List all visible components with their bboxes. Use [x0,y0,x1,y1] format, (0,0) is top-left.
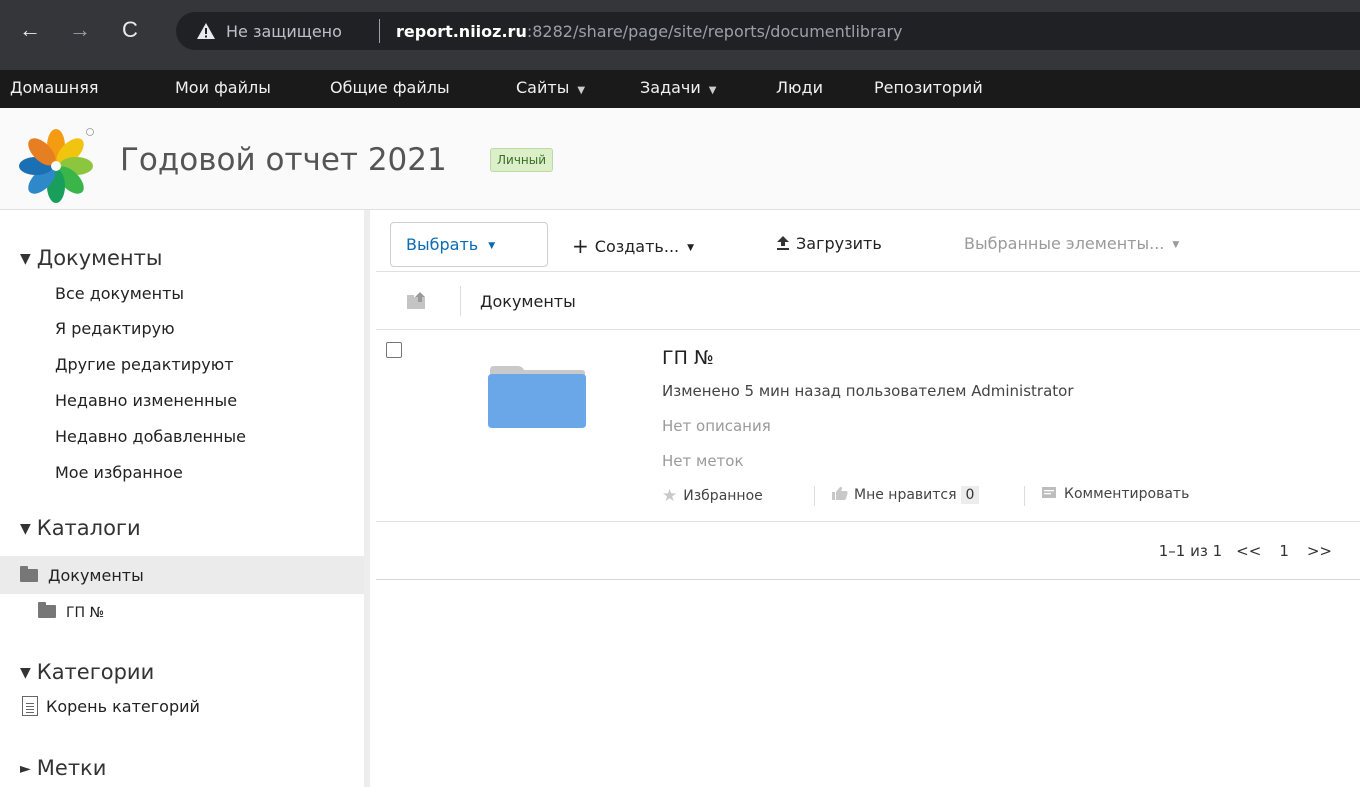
caret-down-icon: ▼ [577,85,586,96]
folder-icon [20,566,38,582]
favorite-action[interactable]: ★ Избранное [662,486,763,506]
triangle-right-icon: ► [20,761,31,777]
pager-controls: 1–1 из 1 << 1 >> [1159,542,1332,560]
plus-icon: + [572,234,589,258]
caret-down-icon: ▼ [708,85,717,96]
menu-tasks-label: Задачи [640,78,701,97]
filter-recently-modified[interactable]: Недавно измененные [55,391,237,410]
documents-section-label: Документы [36,246,163,270]
list-item: ГП № Изменено 5 мин назад пользователем … [376,330,1360,522]
item-name-link[interactable]: ГП № [662,347,714,369]
site-title: Годовой отчет 2021 [120,142,447,178]
catalogs-section-header[interactable]: ▼ Каталоги [20,516,141,540]
menu-home[interactable]: Домашняя [10,70,99,108]
upload-button[interactable]: Загрузить [776,234,882,253]
create-button[interactable]: + Создать... ▼ [572,234,694,258]
folder-icon [38,602,56,618]
item-modified: Изменено 5 мин назад пользователем Admin… [662,382,1074,400]
categories-section-label: Категории [36,660,155,684]
select-button[interactable]: Выбрать ▼ [390,222,548,267]
breadcrumb-current: Документы [480,292,576,311]
browser-toolbar: ← → C Не защищено report.niioz.ru:8282/s… [0,0,1360,76]
documents-section-header[interactable]: ▼ Документы [20,246,162,270]
app-menu-bar: Домашняя Мои файлы Общие файлы Сайты ▼ За… [0,70,1360,108]
pager-range: 1–1 из 1 [1158,542,1223,560]
like-action[interactable]: Мне нравится 0 [832,486,980,504]
catalogs-section-label: Каталоги [36,516,141,540]
catalog-documents-label: Документы [48,566,144,585]
doclib-toolbar: Выбрать ▼ + Создать... ▼ Загрузить Выбранны… [376,210,1360,272]
star-icon: ★ [662,486,678,506]
triangle-down-icon: ▼ [20,521,31,537]
divider [814,486,815,506]
site-header: Годовой отчет 2021 Личный [0,108,1360,210]
document-icon [22,696,38,716]
comment-icon [1042,487,1056,498]
menu-sites[interactable]: Сайты ▼ [516,70,585,108]
triangle-down-icon: ▼ [20,665,31,681]
menu-sites-label: Сайты [516,78,570,97]
url-text[interactable]: report.niioz.ru:8282/share/page/site/rep… [396,22,903,41]
caret-down-icon: ▼ [687,243,695,253]
folder-icon[interactable] [488,364,586,428]
pager-next-button[interactable]: >> [1307,542,1332,560]
favorite-label: Избранное [683,488,763,504]
filter-all-documents[interactable]: Все документы [55,284,184,303]
divider [1024,486,1025,506]
arrow-forward-icon[interactable]: → [64,14,96,46]
caret-down-icon: ▼ [1172,240,1180,250]
paginator: 1–1 из 1 << 1 >> [376,522,1360,580]
caret-down-icon: ▼ [488,241,496,251]
divider [460,286,461,316]
filter-editing-me[interactable]: Я редактирую [55,319,175,338]
comment-action[interactable]: Комментировать [1042,486,1189,502]
tags-section-label: Метки [36,756,107,780]
url-host: report.niioz.ru [396,22,527,41]
item-checkbox[interactable] [386,342,402,358]
warning-icon [197,23,215,39]
triangle-down-icon: ▼ [20,251,31,267]
catalog-gp[interactable]: ГП № [38,602,105,621]
comment-label: Комментировать [1064,486,1190,502]
filter-editing-others[interactable]: Другие редактируют [55,355,234,374]
reload-icon[interactable]: C [114,14,146,46]
url-path: :8282/share/page/site/reports/documentli… [526,22,903,41]
breadcrumb: Документы [376,272,1360,330]
insecure-label[interactable]: Не защищено [226,22,342,41]
menu-my-files[interactable]: Мои файлы [175,70,271,108]
tags-section-header[interactable]: ► Метки [20,756,106,780]
catalog-documents[interactable]: Документы [20,566,144,585]
address-bar[interactable]: Не защищено report.niioz.ru:8282/share/p… [176,12,1360,50]
item-description: Нет описания [662,417,771,435]
item-tags: Нет меток [662,452,744,470]
folder-up-icon[interactable] [406,292,428,310]
menu-people[interactable]: Люди [776,70,823,108]
pager-page-1[interactable]: 1 [1279,542,1289,560]
divider [379,19,380,43]
visibility-badge: Личный [490,148,554,172]
like-count: 0 [960,486,980,504]
select-button-label: Выбрать [406,235,479,254]
menu-shared-files[interactable]: Общие файлы [330,70,450,108]
thumbs-up-icon [832,486,848,500]
catalog-gp-label: ГП № [66,605,105,621]
upload-button-label: Загрузить [796,234,882,253]
category-root[interactable]: Корень категорий [22,696,200,716]
arrow-back-icon[interactable]: ← [14,14,46,46]
create-button-label: Создать... [594,237,680,256]
filter-recently-added[interactable]: Недавно добавленные [55,427,246,446]
alfresco-logo-icon[interactable] [18,124,98,204]
sidebar: ▼ Документы Все документы Я редактирую Др… [0,210,370,787]
like-label: Мне нравится [854,487,957,503]
selected-items-label: Выбранные элементы... [964,234,1165,253]
document-library: Выбрать ▼ + Создать... ▼ Загрузить Выбранны… [376,210,1360,787]
selected-items-button[interactable]: Выбранные элементы... ▼ [964,234,1179,253]
pager-prev-button[interactable]: << [1236,542,1261,560]
category-root-label: Корень категорий [46,697,200,716]
upload-icon [777,236,789,250]
menu-tasks[interactable]: Задачи ▼ [640,70,716,108]
categories-section-header[interactable]: ▼ Категории [20,660,154,684]
filter-favorites[interactable]: Мое избранное [55,463,183,482]
menu-repository[interactable]: Репозиторий [874,70,983,108]
